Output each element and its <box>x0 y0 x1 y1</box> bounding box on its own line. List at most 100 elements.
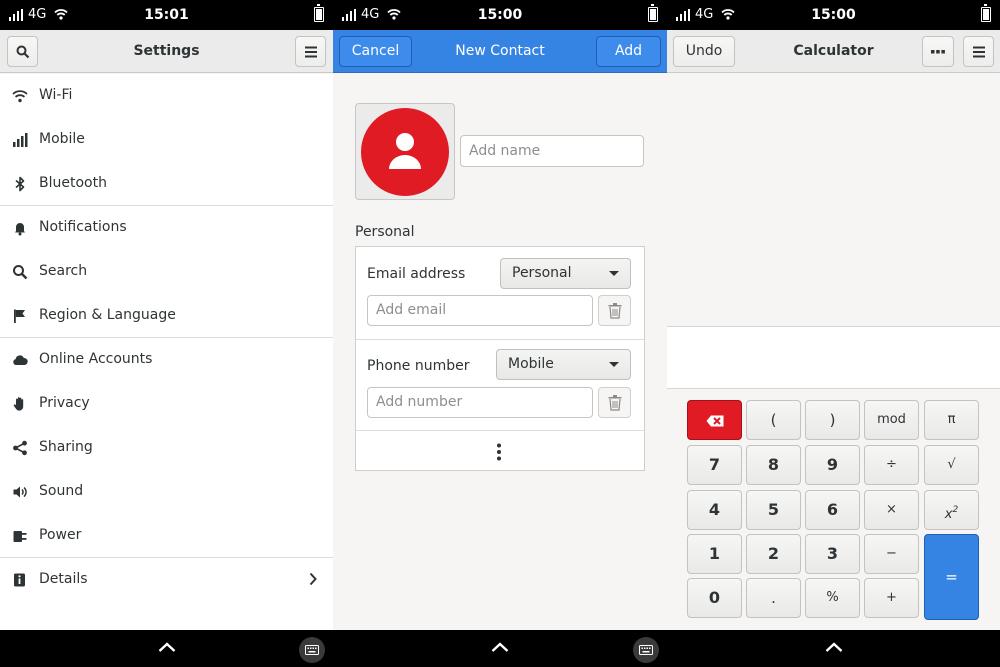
avatar-button[interactable] <box>355 103 455 200</box>
pi-key[interactable]: π <box>924 400 979 440</box>
calculator-header: Undo Calculator <box>667 30 1000 73</box>
name-field[interactable]: Add name <box>460 135 644 167</box>
settings-item-power[interactable]: Power <box>0 514 333 558</box>
settings-screen: 4G 15:01 Settings Wi-Fi Mobile Bluetooth… <box>0 0 333 667</box>
square-key[interactable]: x2 <box>924 490 979 530</box>
cellular-icon <box>13 133 28 147</box>
settings-item-bluetooth[interactable]: Bluetooth <box>0 162 333 206</box>
multiply-key[interactable]: × <box>864 490 919 530</box>
speaker-icon <box>13 486 27 498</box>
status-bar: 4G 15:00 <box>667 0 1000 30</box>
battery-icon <box>648 4 658 22</box>
settings-item-label: Wi-Fi <box>39 87 73 103</box>
phone-field[interactable]: Add number <box>367 387 593 418</box>
bottom-bar <box>333 630 667 667</box>
add-button[interactable]: Add <box>596 36 661 67</box>
decimal-key[interactable]: . <box>746 578 801 618</box>
more-options-icon[interactable] <box>496 443 502 461</box>
settings-item-sound[interactable]: Sound <box>0 470 333 514</box>
digit-4-key[interactable]: 4 <box>687 490 742 530</box>
email-type-value: Personal <box>512 265 572 281</box>
close-paren-key[interactable]: ) <box>805 400 860 440</box>
mode-button[interactable] <box>922 36 954 67</box>
page-title: Settings <box>133 43 200 59</box>
hamburger-icon <box>972 46 985 57</box>
delete-email-button[interactable] <box>598 295 631 326</box>
settings-item-online-accounts[interactable]: Online Accounts <box>0 338 333 382</box>
plus-key[interactable]: + <box>864 578 919 618</box>
settings-item-mobile[interactable]: Mobile <box>0 118 333 162</box>
divide-key[interactable]: ÷ <box>864 445 919 485</box>
status-bar: 4G 15:01 <box>0 0 333 30</box>
backspace-button[interactable] <box>687 400 742 440</box>
percent-key[interactable]: % <box>805 578 860 618</box>
mod-key[interactable]: mod <box>864 400 919 440</box>
digit-9-key[interactable]: 9 <box>805 445 860 485</box>
chevron-up-icon[interactable] <box>491 642 509 652</box>
digit-5-key[interactable]: 5 <box>746 490 801 530</box>
more-horizontal-icon <box>931 49 945 53</box>
settings-item-search[interactable]: Search <box>0 250 333 294</box>
chevron-up-icon[interactable] <box>825 642 843 652</box>
search-icon <box>13 265 28 280</box>
settings-item-label: Privacy <box>39 395 90 411</box>
settings-header: Settings <box>0 30 333 73</box>
new-contact-screen: 4G 15:00 Cancel New Contact Add Add name… <box>333 0 667 667</box>
email-field[interactable]: Add email <box>367 295 593 326</box>
section-heading: Personal <box>355 224 415 240</box>
digit-1-key[interactable]: 1 <box>687 534 742 574</box>
digit-0-key[interactable]: 0 <box>687 578 742 618</box>
phone-label: Phone number <box>367 358 470 374</box>
share-icon <box>13 440 27 456</box>
wifi-icon <box>12 90 28 103</box>
settings-item-wifi[interactable]: Wi-Fi <box>0 74 333 118</box>
settings-list: Wi-Fi Mobile Bluetooth Notifications Sea… <box>0 74 333 630</box>
keyboard-icon <box>305 645 319 655</box>
settings-item-label: Sound <box>39 483 84 499</box>
trash-icon <box>608 303 622 319</box>
bluetooth-icon <box>15 176 25 192</box>
digit-7-key[interactable]: 7 <box>687 445 742 485</box>
flag-icon <box>14 309 25 323</box>
settings-item-notifications[interactable]: Notifications <box>0 206 333 250</box>
settings-item-label: Online Accounts <box>39 351 153 367</box>
settings-item-details[interactable]: Details <box>0 558 333 602</box>
settings-item-label: Region & Language <box>39 307 176 323</box>
clock: 15:00 <box>811 7 856 23</box>
person-icon <box>389 133 421 169</box>
sqrt-key[interactable]: √ <box>924 445 979 485</box>
trash-icon <box>608 395 622 411</box>
expression-display[interactable] <box>667 326 1000 389</box>
delete-phone-button[interactable] <box>598 387 631 418</box>
avatar <box>361 108 449 196</box>
settings-item-label: Sharing <box>39 439 93 455</box>
menu-button[interactable] <box>963 36 994 67</box>
equals-key[interactable]: = <box>924 534 979 620</box>
digit-8-key[interactable]: 8 <box>746 445 801 485</box>
square-exponent: 2 <box>952 505 959 515</box>
backspace-icon <box>706 415 723 426</box>
minus-key[interactable]: − <box>864 534 919 574</box>
digit-3-key[interactable]: 3 <box>805 534 860 574</box>
digit-2-key[interactable]: 2 <box>746 534 801 574</box>
open-paren-key[interactable]: ( <box>746 400 801 440</box>
bottom-bar <box>0 630 333 667</box>
settings-item-label: Bluetooth <box>39 175 107 191</box>
divider <box>356 339 644 340</box>
clock: 15:01 <box>144 7 189 23</box>
settings-item-sharing[interactable]: Sharing <box>0 426 333 470</box>
email-type-dropdown[interactable]: Personal <box>500 258 631 289</box>
phone-type-value: Mobile <box>508 356 554 372</box>
settings-item-privacy[interactable]: Privacy <box>0 382 333 426</box>
phone-type-dropdown[interactable]: Mobile <box>496 349 631 380</box>
settings-item-region[interactable]: Region & Language <box>0 294 333 338</box>
hamburger-icon <box>304 46 317 57</box>
info-icon <box>14 573 25 587</box>
digit-6-key[interactable]: 6 <box>805 490 860 530</box>
chevron-up-icon[interactable] <box>158 642 176 652</box>
bottom-bar <box>667 630 1000 667</box>
chevron-right-icon <box>309 572 317 586</box>
menu-button[interactable] <box>295 36 326 67</box>
keyboard-button[interactable] <box>299 637 325 663</box>
keyboard-button[interactable] <box>633 637 659 663</box>
